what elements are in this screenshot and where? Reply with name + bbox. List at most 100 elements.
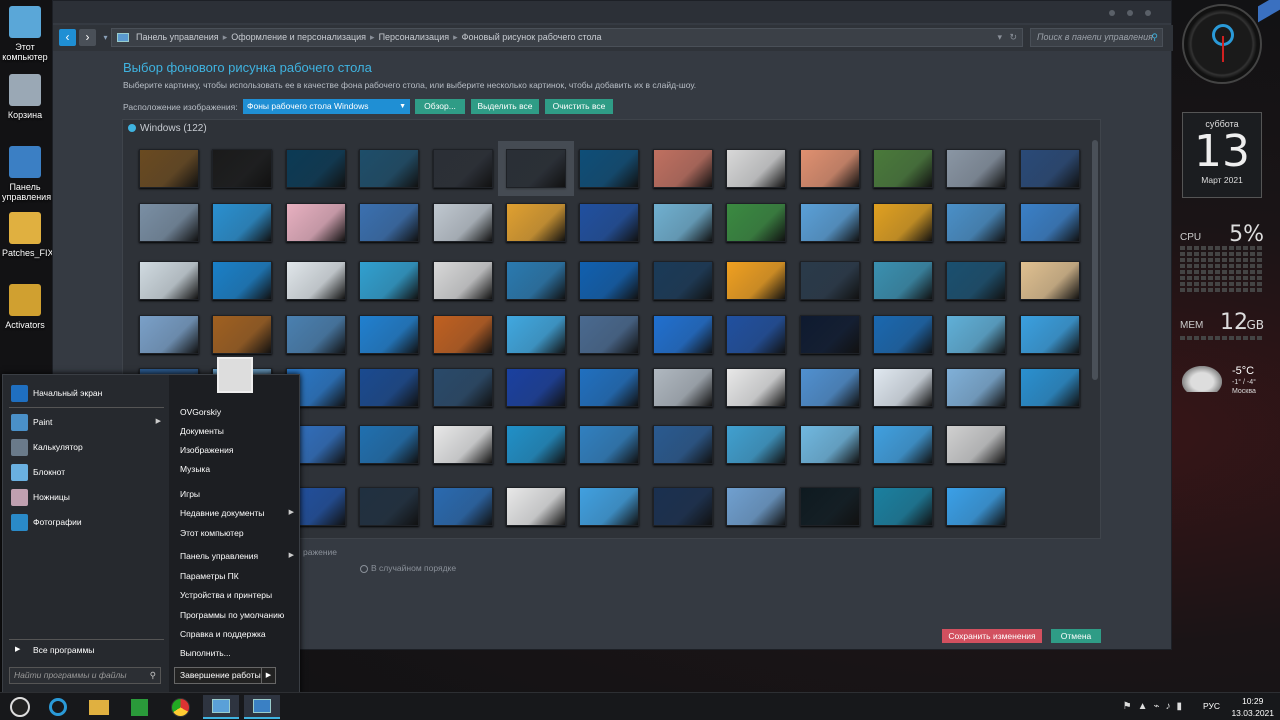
search-input[interactable]: Поиск в панели управления ⚲: [1030, 28, 1163, 47]
wallpaper-thumbnail[interactable]: [579, 149, 640, 188]
wallpaper-thumbnail[interactable]: [799, 261, 860, 300]
minimize-button[interactable]: [1109, 10, 1115, 16]
wallpaper-thumbnail[interactable]: [873, 425, 933, 464]
shuffle-checkbox[interactable]: В случайном порядке: [360, 563, 456, 573]
wallpaper-thumbnail[interactable]: [799, 315, 860, 354]
search-icon[interactable]: ⚲: [1151, 29, 1158, 46]
taskbar-personalization[interactable]: [203, 695, 239, 719]
wallpaper-thumbnail[interactable]: [946, 315, 1007, 354]
chevron-down-icon[interactable]: ▾: [997, 29, 1002, 46]
wallpaper-thumbnail[interactable]: [498, 141, 574, 196]
checkbox-icon[interactable]: [360, 564, 368, 573]
wallpaper-thumbnail[interactable]: [946, 425, 1007, 464]
wallpaper-thumbnail[interactable]: [139, 203, 199, 242]
close-button[interactable]: [1145, 10, 1151, 16]
wallpaper-thumbnail[interactable]: [726, 261, 787, 300]
wallpaper-thumbnail[interactable]: [799, 203, 860, 242]
system-tray-icons[interactable]: ⚑▲⌁♪▮: [1123, 701, 1188, 712]
wallpaper-thumbnail[interactable]: [873, 487, 933, 526]
user-avatar[interactable]: [217, 357, 253, 393]
wallpaper-thumbnail[interactable]: [212, 315, 273, 354]
wallpaper-thumbnail[interactable]: [285, 261, 346, 300]
start-menu-place-item[interactable]: Параметры ПК: [180, 571, 298, 581]
wallpaper-thumbnail[interactable]: [873, 315, 933, 354]
start-menu-place-item[interactable]: Выполнить...: [180, 648, 298, 658]
wallpaper-thumbnail[interactable]: [579, 425, 640, 464]
start-menu-place-item[interactable]: OVGorskiy: [180, 407, 298, 417]
pinned-program-item[interactable]: Блокнот: [9, 462, 165, 482]
start-menu-place-item[interactable]: Панель управления ▶: [180, 551, 298, 561]
wallpaper-thumbnail[interactable]: [799, 425, 860, 464]
wallpaper-thumbnail[interactable]: [726, 203, 787, 242]
wallpaper-thumbnail[interactable]: [799, 368, 860, 407]
breadcrumb-item[interactable]: Персонализация: [379, 32, 450, 42]
wallpaper-thumbnail[interactable]: [946, 149, 1007, 188]
start-search-input[interactable]: Найти программы и файлы ⚲: [9, 667, 161, 684]
wallpaper-thumbnail[interactable]: [946, 261, 1007, 300]
wallpaper-thumbnail[interactable]: [652, 368, 713, 407]
breadcrumb-item[interactable]: Панель управления: [136, 32, 219, 42]
start-screen-item[interactable]: Начальный экран: [9, 383, 165, 403]
gallery-group-header[interactable]: Windows (122): [128, 123, 207, 134]
cpu-meter-gadget[interactable]: CPU 5%: [1178, 222, 1264, 292]
wallpaper-thumbnail[interactable]: [506, 368, 566, 407]
wallpaper-thumbnail[interactable]: [1019, 149, 1080, 188]
start-menu-place-item[interactable]: Музыка: [180, 464, 298, 474]
wallpaper-thumbnail[interactable]: [139, 261, 199, 300]
taskbar-control-panel[interactable]: [244, 695, 280, 719]
clock-gadget[interactable]: [1182, 4, 1262, 84]
start-menu-place-item[interactable]: Программы по умолчанию: [180, 610, 298, 620]
wallpaper-thumbnail[interactable]: [432, 368, 493, 407]
save-changes-button[interactable]: Сохранить изменения: [942, 629, 1042, 643]
wallpaper-thumbnail[interactable]: [652, 203, 713, 242]
wallpaper-thumbnail[interactable]: [652, 425, 713, 464]
wallpaper-thumbnail[interactable]: [652, 487, 713, 526]
wallpaper-thumbnail[interactable]: [212, 261, 273, 300]
back-button[interactable]: ‹: [59, 29, 76, 46]
shutdown-options-arrow[interactable]: ▶: [261, 667, 275, 684]
start-menu-place-item[interactable]: Недавние документы ▶: [180, 508, 298, 518]
wallpaper-thumbnail[interactable]: [359, 203, 420, 242]
wallpaper-thumbnail[interactable]: [139, 149, 199, 188]
shutdown-button[interactable]: Завершение работы ▶: [174, 667, 276, 684]
address-bar[interactable]: Панель управления ▸ Оформление и персонали…: [111, 28, 1023, 47]
maximize-button[interactable]: [1127, 10, 1133, 16]
clear-all-button[interactable]: Очистить все: [545, 99, 613, 114]
wallpaper-thumbnail[interactable]: [359, 487, 420, 526]
all-programs-item[interactable]: ▶ Все программы: [9, 640, 165, 660]
wallpaper-thumbnail[interactable]: [506, 487, 566, 526]
input-language-indicator[interactable]: РУС: [1203, 701, 1220, 711]
wallpaper-thumbnail[interactable]: [726, 149, 787, 188]
wallpaper-thumbnail[interactable]: [726, 368, 787, 407]
start-menu-place-item[interactable]: Документы: [180, 426, 298, 436]
wallpaper-thumbnail[interactable]: [432, 487, 493, 526]
wallpaper-thumbnail[interactable]: [652, 149, 713, 188]
wallpaper-thumbnail[interactable]: [652, 315, 713, 354]
select-all-button[interactable]: Выделить все: [471, 99, 539, 114]
pinned-program-item[interactable]: Paint ▶: [9, 412, 165, 432]
wallpaper-thumbnail[interactable]: [212, 149, 273, 188]
wallpaper-thumbnail[interactable]: [432, 261, 493, 300]
wallpaper-thumbnail[interactable]: [432, 203, 493, 242]
breadcrumb-item[interactable]: Оформление и персонализация: [231, 32, 366, 42]
wallpaper-thumbnail[interactable]: [873, 261, 933, 300]
desktop-icon[interactable]: Этот компьютер: [2, 6, 48, 62]
breadcrumb-item[interactable]: Фоновый рисунок рабочего стола: [462, 32, 602, 42]
pinned-program-item[interactable]: Калькулятор: [9, 437, 165, 457]
wallpaper-thumbnail[interactable]: [506, 261, 566, 300]
wallpaper-thumbnail[interactable]: [579, 487, 640, 526]
wallpaper-thumbnail[interactable]: [726, 315, 787, 354]
wallpaper-thumbnail[interactable]: [1019, 368, 1080, 407]
wallpaper-thumbnail[interactable]: [359, 315, 420, 354]
taskbar-file-explorer[interactable]: [80, 695, 116, 719]
wallpaper-thumbnail[interactable]: [359, 261, 420, 300]
wallpaper-thumbnail[interactable]: [285, 315, 346, 354]
wallpaper-thumbnail[interactable]: [359, 149, 420, 188]
wallpaper-thumbnail[interactable]: [285, 149, 346, 188]
pinned-program-item[interactable]: Ножницы: [9, 487, 165, 507]
start-button[interactable]: [2, 695, 38, 719]
wallpaper-thumbnail[interactable]: [285, 203, 346, 242]
start-menu-place-item[interactable]: Этот компьютер: [180, 528, 298, 538]
forward-button[interactable]: ›: [79, 29, 96, 46]
taskbar-chrome[interactable]: [162, 695, 198, 719]
